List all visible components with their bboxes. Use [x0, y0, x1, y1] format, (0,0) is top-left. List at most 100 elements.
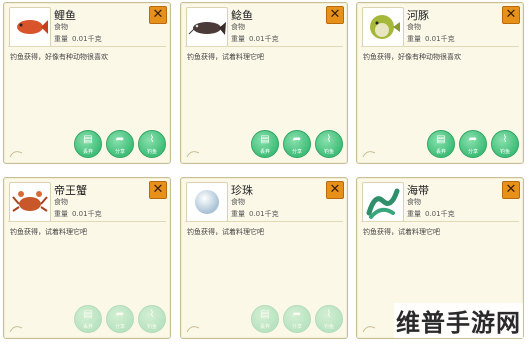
weight-label: 重量	[407, 35, 421, 43]
item-weight: 重量 0.01千克	[231, 209, 279, 219]
item-card-pufferfish: 河豚 食物 重量 0.01千克 ✕ 钓鱼获得，好像有种动物很喜欢 ▤ 丢弃 ➦ 分享 …	[356, 2, 524, 164]
button-label: 丢弃	[259, 324, 270, 330]
divider	[361, 221, 519, 222]
trash-icon: ▤	[260, 309, 270, 320]
trash-icon: ▤	[83, 134, 93, 145]
item-weight: 重量 0.01千克	[54, 34, 102, 44]
scroll-ornament-icon	[9, 326, 23, 333]
divider	[361, 46, 519, 47]
button-label: 钓鱼	[323, 324, 334, 330]
button-label: 分享	[114, 149, 125, 155]
share-button[interactable]: ➦ 分享	[283, 305, 311, 333]
item-weight: 重量 0.01千克	[407, 209, 455, 219]
button-label: 分享	[114, 324, 125, 330]
share-button[interactable]: ➦ 分享	[106, 130, 134, 158]
item-name: 鲶鱼	[231, 9, 253, 22]
item-name: 帝王蟹	[54, 184, 87, 197]
item-description: 钓鱼获得，试着料理它吧	[10, 228, 87, 236]
close-button[interactable]: ✕	[149, 6, 167, 24]
button-label: 丢弃	[82, 324, 93, 330]
button-label: 钓鱼	[146, 149, 157, 155]
button-label: 钓鱼	[146, 324, 157, 330]
button-label: 丢弃	[82, 149, 93, 155]
fishing-rod-icon: ⌇	[149, 309, 155, 320]
item-description: 钓鱼获得，试着料理它吧	[187, 228, 264, 236]
button-label: 分享	[291, 324, 302, 330]
item-type: 食物	[54, 23, 68, 31]
close-button[interactable]: ✕	[502, 6, 520, 24]
button-label: 钓鱼	[323, 149, 334, 155]
item-card-catfish: 鲶鱼 食物 重量 0.01千克 ✕ 钓鱼获得，试着料理它吧 ▤ 丢弃 ➦ 分享 ⌇ 钓鱼	[180, 2, 348, 164]
weight-value: 0.01千克	[249, 35, 279, 43]
discard-button[interactable]: ▤ 丢弃	[74, 130, 102, 158]
fishing-rod-icon: ⌇	[326, 309, 332, 320]
weight-label: 重量	[231, 35, 245, 43]
share-button[interactable]: ➦ 分享	[283, 130, 311, 158]
item-type: 食物	[231, 23, 245, 31]
fish-button[interactable]: ⌇ 钓鱼	[315, 130, 343, 158]
item-type: 食物	[231, 198, 245, 206]
pufferfish-icon	[362, 7, 404, 47]
scroll-ornament-icon	[186, 151, 200, 158]
action-buttons: ▤ 丢弃 ➦ 分享 ⌇ 钓鱼	[251, 305, 343, 333]
item-card-carp: 鲤鱼 食物 重量 0.01千克 ✕ 钓鱼获得，好像有种动物很喜欢 ▤ 丢弃 ➦ 分享 …	[3, 2, 171, 164]
close-button[interactable]: ✕	[326, 181, 344, 199]
divider	[185, 46, 343, 47]
share-icon: ➦	[292, 134, 302, 145]
share-icon: ➦	[115, 309, 125, 320]
item-card-king-crab: 帝王蟹 食物 重量 0.01千克 ✕ 钓鱼获得，试着料理它吧 ▤ 丢弃 ➦ 分享 ⌇ 钓…	[3, 177, 171, 339]
discard-button[interactable]: ▤ 丢弃	[427, 130, 455, 158]
share-button[interactable]: ➦ 分享	[106, 305, 134, 333]
discard-button[interactable]: ▤ 丢弃	[251, 305, 279, 333]
fishing-rod-icon: ⌇	[502, 134, 508, 145]
share-icon: ➦	[468, 134, 478, 145]
pearl-icon	[186, 182, 228, 222]
item-card-pearl: 珍珠 食物 重量 0.01千克 ✕ 钓鱼获得，试着料理它吧 ▤ 丢弃 ➦ 分享 ⌇ 钓鱼	[180, 177, 348, 339]
watermark-text: 维普手游网	[394, 303, 523, 338]
crab-icon	[9, 182, 51, 222]
weight-label: 重量	[231, 210, 245, 218]
fish-button[interactable]: ⌇ 钓鱼	[491, 130, 519, 158]
seaweed-icon	[362, 182, 404, 222]
weight-label: 重量	[407, 210, 421, 218]
scroll-ornament-icon	[186, 326, 200, 333]
close-button[interactable]: ✕	[326, 6, 344, 24]
close-button[interactable]: ✕	[502, 181, 520, 199]
discard-button[interactable]: ▤ 丢弃	[251, 130, 279, 158]
scroll-ornament-icon	[362, 151, 376, 158]
item-name: 鲤鱼	[54, 9, 76, 22]
share-icon: ➦	[115, 134, 125, 145]
item-description: 钓鱼获得，好像有种动物很喜欢	[363, 53, 461, 61]
item-name: 珍珠	[231, 184, 253, 197]
weight-value: 0.01千克	[72, 210, 102, 218]
button-label: 钓鱼	[499, 149, 510, 155]
button-label: 分享	[291, 149, 302, 155]
discard-button[interactable]: ▤ 丢弃	[74, 305, 102, 333]
share-icon: ➦	[292, 309, 302, 320]
weight-label: 重量	[54, 210, 68, 218]
item-type: 食物	[54, 198, 68, 206]
fish-button[interactable]: ⌇ 钓鱼	[138, 130, 166, 158]
share-button[interactable]: ➦ 分享	[459, 130, 487, 158]
catfish-icon	[186, 7, 228, 47]
button-label: 丢弃	[435, 149, 446, 155]
weight-value: 0.01千克	[425, 210, 455, 218]
fish-button[interactable]: ⌇ 钓鱼	[315, 305, 343, 333]
action-buttons: ▤ 丢弃 ➦ 分享 ⌇ 钓鱼	[427, 130, 519, 158]
fish-button[interactable]: ⌇ 钓鱼	[138, 305, 166, 333]
scroll-ornament-icon	[9, 151, 23, 158]
weight-value: 0.01千克	[72, 35, 102, 43]
trash-icon: ▤	[83, 309, 93, 320]
item-description: 钓鱼获得，试着料理它吧	[363, 228, 440, 236]
watermark: 维普手游网	[369, 298, 529, 344]
trash-icon: ▤	[436, 134, 446, 145]
item-name: 河豚	[407, 9, 429, 22]
item-weight: 重量 0.01千克	[407, 34, 455, 44]
item-name: 海带	[407, 184, 429, 197]
divider	[8, 221, 166, 222]
item-type: 食物	[407, 198, 421, 206]
trash-icon: ▤	[260, 134, 270, 145]
action-buttons: ▤ 丢弃 ➦ 分享 ⌇ 钓鱼	[74, 305, 166, 333]
fishing-rod-icon: ⌇	[149, 134, 155, 145]
close-button[interactable]: ✕	[149, 181, 167, 199]
